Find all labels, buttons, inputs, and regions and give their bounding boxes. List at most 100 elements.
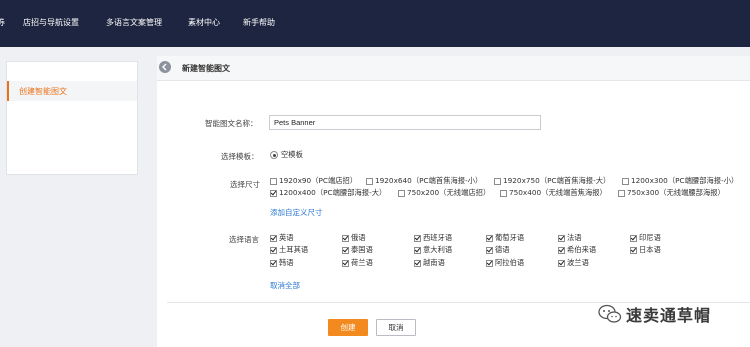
language-checkbox-arabic[interactable]: 阿拉伯语 xyxy=(486,258,524,268)
checkbox-icon xyxy=(494,177,501,185)
language-checkbox-thai[interactable]: 泰国语 xyxy=(342,245,373,255)
language-checkbox-japanese[interactable]: 日本语 xyxy=(630,245,661,255)
language-checkbox-dutch[interactable]: 荷兰语 xyxy=(342,258,373,268)
radio-selected-icon xyxy=(270,151,278,159)
language-checkbox-hebrew[interactable]: 希伯来语 xyxy=(558,245,596,255)
size-checkbox-750x300[interactable]: 750x300（无线端腰部海报） xyxy=(618,188,725,198)
template-option-label: 空模板 xyxy=(281,150,303,159)
checkbox-checked-icon xyxy=(630,246,637,254)
top-nav: 券 店招与导航设置 多语言文案管理 素材中心 新手帮助 xyxy=(0,0,750,47)
size-option-label: 1920x90（PC端店招） xyxy=(279,176,358,185)
size-option-label: 1200x300（PC端腰部海报-小） xyxy=(631,176,739,185)
size-option-label: 750x200（无线端店招） xyxy=(407,188,491,197)
size-checkbox-750x200[interactable]: 750x200（无线端店招） xyxy=(398,188,490,198)
checkbox-checked-icon xyxy=(414,259,421,267)
checkbox-checked-icon xyxy=(342,234,349,242)
language-option-label: 俄语 xyxy=(351,233,366,242)
size-checkbox-1200x300[interactable]: 1200x300（PC端腰部海报-小） xyxy=(622,176,738,186)
checkbox-icon xyxy=(622,177,629,185)
checkbox-checked-icon xyxy=(486,234,493,242)
language-checkbox-korean[interactable]: 韩语 xyxy=(270,258,294,268)
name-input[interactable] xyxy=(269,115,541,130)
language-checkbox-polish[interactable]: 波兰语 xyxy=(558,258,589,268)
language-option-label: 葡萄牙语 xyxy=(495,233,525,242)
checkbox-icon xyxy=(366,177,373,185)
name-label: 智能图文名称： xyxy=(205,119,258,128)
checkbox-checked-icon xyxy=(486,246,493,254)
checkbox-checked-icon xyxy=(558,259,565,267)
watermark-text: 速卖通草帽 xyxy=(626,306,712,325)
language-checkbox-russian[interactable]: 俄语 xyxy=(342,233,366,243)
size-option-label: 1920x640（PC端首焦海报-小） xyxy=(375,176,483,185)
checkbox-checked-icon xyxy=(270,259,277,267)
language-checkbox-french[interactable]: 法语 xyxy=(558,233,582,243)
checkbox-checked-icon xyxy=(630,234,637,242)
size-checkbox-1920x90[interactable]: 1920x90（PC端店招） xyxy=(270,176,357,186)
checkbox-checked-icon xyxy=(558,234,565,242)
language-option-label: 西班牙语 xyxy=(423,233,453,242)
language-checkbox-indonesian[interactable]: 印尼语 xyxy=(630,233,661,243)
language-option-label: 英语 xyxy=(279,233,294,242)
checkbox-icon xyxy=(270,177,277,185)
language-checkbox-turkish[interactable]: 土耳其语 xyxy=(270,245,308,255)
language-option-label: 荷兰语 xyxy=(351,258,373,267)
nav-item-store-header-nav[interactable]: 店招与导航设置 xyxy=(23,17,79,28)
language-checkbox-english[interactable]: 英语 xyxy=(270,233,294,243)
size-option-label: 750x400（无线端首焦海报） xyxy=(509,188,607,197)
main-header: 新建智能图文 xyxy=(157,56,750,81)
language-label: 选择语言 xyxy=(229,235,259,244)
language-option-label: 波兰语 xyxy=(567,258,589,267)
back-button[interactable] xyxy=(159,61,171,73)
nav-item-home[interactable]: 券 xyxy=(0,17,5,28)
language-checkbox-spanish[interactable]: 西班牙语 xyxy=(414,233,452,243)
language-option-label: 法语 xyxy=(567,233,582,242)
cancel-all-link[interactable]: 取消全部 xyxy=(270,280,300,291)
language-option-label: 阿拉伯语 xyxy=(495,258,525,267)
checkbox-checked-icon xyxy=(342,246,349,254)
language-option-label: 希伯来语 xyxy=(567,245,597,254)
nav-item-beginner-help[interactable]: 新手帮助 xyxy=(243,17,275,28)
sidebar-item-label: 创建智能图文 xyxy=(19,87,67,96)
sidebar-item-create-smart-graphic[interactable]: 创建智能图文 xyxy=(7,81,137,101)
language-option-label: 土耳其语 xyxy=(279,245,309,254)
size-checkbox-750x400[interactable]: 750x400（无线端首焦海报） xyxy=(500,188,607,198)
checkbox-checked-icon xyxy=(270,189,277,197)
language-checkbox-german[interactable]: 德语 xyxy=(486,245,510,255)
language-option-label: 意大利语 xyxy=(423,245,453,254)
language-option-label: 韩语 xyxy=(279,258,294,267)
language-checkbox-italian[interactable]: 意大利语 xyxy=(414,245,452,255)
checkbox-icon xyxy=(618,189,625,197)
checkbox-checked-icon xyxy=(270,234,277,242)
size-checkbox-1920x750[interactable]: 1920x750（PC端首焦海报-大） xyxy=(494,176,610,186)
language-option-label: 泰国语 xyxy=(351,245,373,254)
template-radio-blank[interactable]: 空模板 xyxy=(270,150,303,160)
watermark: 速卖通草帽 xyxy=(598,302,711,326)
arrow-left-icon xyxy=(162,63,167,71)
language-option-label: 印尼语 xyxy=(639,233,661,242)
size-checkbox-1200x400[interactable]: 1200x400（PC端腰部海报-大） xyxy=(270,188,386,198)
language-option-label: 日本语 xyxy=(639,245,661,254)
create-button[interactable]: 创建 xyxy=(328,319,368,336)
cancel-button[interactable]: 取消 xyxy=(376,319,416,336)
checkbox-icon xyxy=(398,189,405,197)
checkbox-checked-icon xyxy=(270,246,277,254)
size-option-label: 1200x400（PC端腰部海报-大） xyxy=(279,188,387,197)
checkbox-checked-icon xyxy=(342,259,349,267)
checkbox-checked-icon xyxy=(558,246,565,254)
add-custom-size-link[interactable]: 添加自定义尺寸 xyxy=(270,207,323,218)
template-label: 选择模板： xyxy=(221,152,259,161)
size-option-label: 1920x750（PC端首焦海报-大） xyxy=(503,176,611,185)
nav-item-asset-center[interactable]: 素材中心 xyxy=(188,17,220,28)
language-checkbox-portuguese[interactable]: 葡萄牙语 xyxy=(486,233,524,243)
checkbox-checked-icon xyxy=(414,246,421,254)
language-checkbox-vietnamese[interactable]: 越南语 xyxy=(414,258,445,268)
size-checkbox-1920x640[interactable]: 1920x640（PC端首焦海报-小） xyxy=(366,176,482,186)
language-option-label: 越南语 xyxy=(423,258,445,267)
checkbox-icon xyxy=(500,189,507,197)
nav-item-multilang-copy[interactable]: 多语言文案管理 xyxy=(106,17,162,28)
page-title: 新建智能图文 xyxy=(182,64,230,73)
checkbox-checked-icon xyxy=(414,234,421,242)
wechat-icon xyxy=(598,304,622,323)
checkbox-checked-icon xyxy=(486,259,493,267)
sidebar: 创建智能图文 xyxy=(6,61,138,175)
